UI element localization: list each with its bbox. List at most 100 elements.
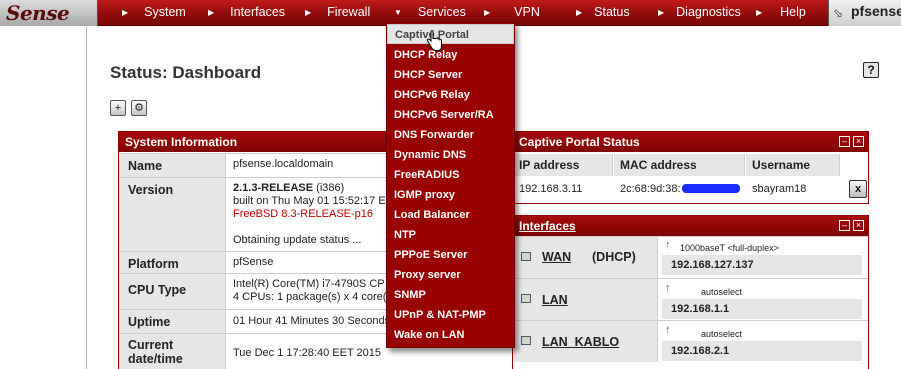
column-header: IP address <box>513 154 613 176</box>
nav-diagnostics[interactable]: ▶ Diagnostics <box>658 0 741 26</box>
menu-item-dhcp-server[interactable]: DHCP Server <box>387 65 514 85</box>
interface-name-cell: LAN <box>513 279 658 320</box>
row-value: pfSense <box>233 256 273 269</box>
widget-header[interactable]: Interfaces – × <box>513 216 868 236</box>
interface-name-cell: WAN (DHCP) <box>513 237 658 278</box>
page-title: Status: Dashboard <box>110 63 262 82</box>
logout-user-icon[interactable]: x <box>849 180 867 198</box>
menu-item-upnp-nat-pmp[interactable]: UPnP & NAT-PMP <box>387 305 514 325</box>
hand-cursor-icon <box>426 30 442 51</box>
row-value: Intel(R) Core(TM) i7-4790S CP 4 CPUs: 1 … <box>233 278 392 304</box>
nav-arrow-icon: ▶ <box>122 8 129 17</box>
row-value: Tue Dec 1 17:28:40 EET 2015 <box>233 347 381 360</box>
nav-arrow-icon: ▶ <box>756 8 763 17</box>
value-line: 01 Hour 41 Minutes 30 Seconds <box>233 315 391 327</box>
column-header: Username <box>746 154 840 176</box>
row-label-line: Current <box>128 338 174 352</box>
host-icon: ⬂ <box>833 6 844 20</box>
menu-item-dhcpv6-server-ra[interactable]: DHCPv6 Server/RA <box>387 105 514 125</box>
menu-item-ntp[interactable]: NTP <box>387 225 514 245</box>
menu-item-freeradius[interactable]: FreeRADIUS <box>387 165 514 185</box>
value-line <box>233 221 386 234</box>
row-label: Name <box>119 154 226 177</box>
interface-media: autoselect <box>701 329 743 339</box>
nav-help[interactable]: ▶ Help <box>756 0 806 26</box>
menu-item-proxy-server[interactable]: Proxy server <box>387 265 514 285</box>
menu-item-captive-portal[interactable]: Captive Portal <box>387 24 514 44</box>
network-port-icon <box>521 252 531 261</box>
interface-ip: 192.168.2.1 <box>662 341 862 361</box>
network-port-icon <box>521 294 531 303</box>
menu-item-snmp[interactable]: SNMP <box>387 285 514 305</box>
menu-item-load-balancer[interactable]: Load Balancer <box>387 205 514 225</box>
menu-item-igmp-proxy[interactable]: IGMP proxy <box>387 185 514 205</box>
row-label: Version <box>119 178 226 251</box>
interface-name-link[interactable]: WAN <box>542 250 571 264</box>
pfsense-logo[interactable]: Sense <box>0 0 98 26</box>
nav-firewall[interactable]: ▶ Firewall <box>305 0 370 26</box>
menu-item-pppoe-server[interactable]: PPPoE Server <box>387 245 514 265</box>
close-icon[interactable]: × <box>853 220 864 231</box>
nav-arrow-icon: ▶ <box>208 8 215 17</box>
row-label-line: date/time <box>128 352 183 366</box>
status-up-icon: ↑ <box>665 282 671 294</box>
interface-name-cell: LAN_KABLO <box>513 321 658 362</box>
interface-media: 1000baseT <full-duplex> <box>680 243 779 253</box>
hostname-text: pfsense. <box>851 3 901 19</box>
interface-row-lan-kablo: LAN_KABLO ↑ autoselect 192.168.2.1 <box>513 320 868 362</box>
row-value: 01 Hour 41 Minutes 30 Seconds <box>233 315 390 328</box>
widget-title-link[interactable]: Interfaces <box>519 219 576 233</box>
network-port-icon <box>521 336 531 345</box>
interface-row-lan: LAN ↑ autoselect 192.168.1.1 <box>513 278 868 320</box>
minimize-icon[interactable]: – <box>839 220 850 231</box>
hostname-box: ⬂ pfsense. <box>828 0 901 26</box>
add-widget-icon[interactable]: + <box>110 100 126 116</box>
services-dropdown-menu: Captive Portal DHCP Relay DHCP Server DH… <box>386 22 515 348</box>
help-icon[interactable]: ? <box>863 62 879 78</box>
menu-item-wake-on-lan[interactable]: Wake on LAN <box>387 325 514 345</box>
minimize-icon[interactable]: – <box>839 136 850 147</box>
nav-label: Help <box>780 5 806 19</box>
nav-label: Interfaces <box>230 5 286 19</box>
interface-ip: 192.168.1.1 <box>662 299 862 319</box>
interface-media: autoselect <box>701 287 743 297</box>
nav-label: Firewall <box>327 5 371 19</box>
menu-item-dns-forwarder[interactable]: DNS Forwarder <box>387 125 514 145</box>
menu-item-dynamic-dns[interactable]: Dynamic DNS <box>387 145 514 165</box>
version-line: 2.1.3-RELEASE (i386) <box>233 182 386 195</box>
cp-username-cell: sbayram18 <box>752 183 807 195</box>
interface-mode: (DHCP) <box>592 250 636 264</box>
interface-name-link[interactable]: LAN_KABLO <box>542 335 619 349</box>
interface-name-link[interactable]: LAN <box>542 293 568 307</box>
version-arch: (i386) <box>313 182 345 194</box>
widget-title: Captive Portal Status <box>519 135 640 149</box>
close-icon[interactable]: × <box>853 136 864 147</box>
row-value: pfsense.localdomain <box>233 158 333 171</box>
interface-row-wan: WAN (DHCP) ↑ 1000baseT <full-duplex> 192… <box>513 236 868 278</box>
value-line: Tue Dec 1 17:28:40 EET 2015 <box>233 347 381 359</box>
cp-ip-cell: 192.168.3.11 <box>519 183 583 195</box>
nav-system[interactable]: ▶ System <box>122 0 186 26</box>
nav-status[interactable]: ▶ Status <box>576 0 630 26</box>
value-line: FreeBSD 8.3-RELEASE-p16 <box>233 208 374 220</box>
mac-text: 2c:68:9d:38: <box>620 183 681 195</box>
nav-arrow-icon: ▶ <box>305 8 312 17</box>
column-header: MAC address <box>614 154 745 176</box>
status-up-icon: ↑ <box>665 324 671 336</box>
menu-item-dhcp-relay[interactable]: DHCP Relay <box>387 45 514 65</box>
interface-ip: 192.168.127.137 <box>662 255 862 275</box>
value-line: Intel(R) Core(TM) i7-4790S CP <box>233 278 385 290</box>
logo-text: Sense <box>6 1 70 25</box>
row-label: CPU Type <box>119 274 226 309</box>
version-release: 2.1.3-RELEASE <box>233 182 314 194</box>
settings-icon[interactable]: ⚙ <box>131 100 147 116</box>
nav-label: System <box>144 5 186 19</box>
captive-portal-status-widget: Captive Portal Status – × IP address MAC… <box>512 131 869 204</box>
nav-arrow-icon: ▶ <box>658 8 665 17</box>
value-line: pfSense <box>233 256 274 268</box>
row-value: 2.1.3-RELEASE (i386) built on Thu May 01… <box>233 182 386 247</box>
value-line: 4 CPUs: 1 package(s) x 4 core(s <box>233 291 392 303</box>
widget-header[interactable]: Captive Portal Status – × <box>513 132 868 152</box>
nav-interfaces[interactable]: ▶ Interfaces <box>208 0 285 26</box>
menu-item-dhcpv6-relay[interactable]: DHCPv6 Relay <box>387 85 514 105</box>
